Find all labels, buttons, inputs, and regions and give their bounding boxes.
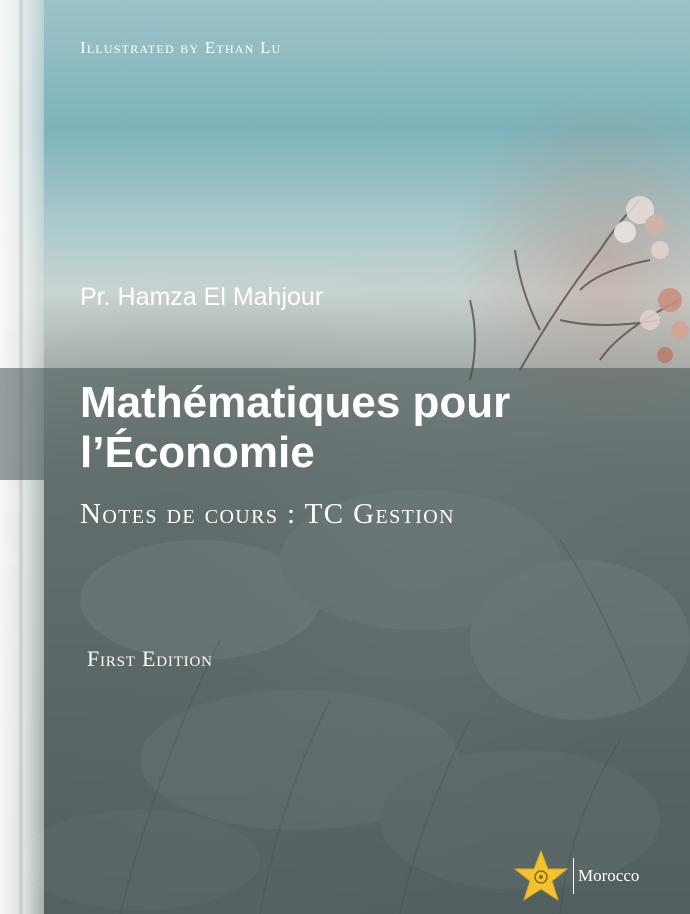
illustrator-credit: Illustrated by Ethan Lu xyxy=(80,38,282,57)
edition-label: First Edition xyxy=(87,646,213,671)
book-cover: Illustrated by Ethan Lu Pr. Hamza El Mah… xyxy=(0,0,690,914)
title-panel-tab xyxy=(0,368,44,480)
book-title: Mathématiques pour l’Économie xyxy=(80,378,640,478)
publisher-divider xyxy=(573,858,574,894)
publisher-logo: Morocco xyxy=(512,848,639,904)
book-subtitle: Notes de cours : TC Gestion xyxy=(80,498,455,530)
title-line-2: l’Économie xyxy=(80,428,315,477)
author-name: Pr. Hamza El Mahjour xyxy=(80,283,324,311)
publisher-name: Morocco xyxy=(578,866,640,885)
title-line-1: Mathématiques pour xyxy=(80,378,511,427)
star-logo-icon xyxy=(513,849,569,902)
